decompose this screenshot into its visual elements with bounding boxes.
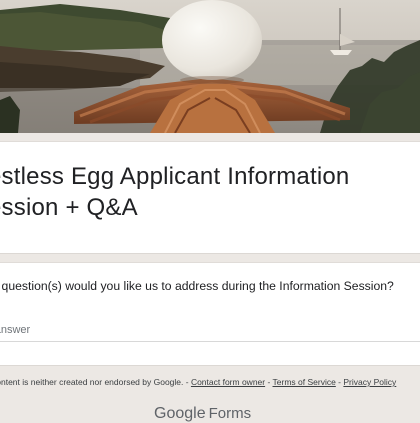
google-wordmark: Google bbox=[154, 405, 206, 422]
disclaimer-text: content is neither created nor endorsed … bbox=[0, 377, 191, 387]
header-image bbox=[0, 0, 420, 133]
separator: - bbox=[265, 377, 273, 387]
forms-wordmark: Forms bbox=[208, 405, 252, 422]
form-title-line-2: ession + Q&A bbox=[0, 194, 138, 221]
google-forms-logo[interactable]: Google Forms bbox=[154, 405, 252, 422]
header-photo bbox=[0, 0, 420, 133]
footer-disclaimer: content is neither created nor endorsed … bbox=[0, 377, 420, 387]
form-title-card: estless Egg Applicant Information ession… bbox=[0, 141, 420, 254]
terms-of-service-link[interactable]: Terms of Service bbox=[273, 377, 336, 387]
question-card: at question(s) would you like us to addr… bbox=[0, 262, 420, 366]
contact-form-owner-link[interactable]: Contact form owner bbox=[191, 377, 265, 387]
form-title-line-1: estless Egg Applicant Information bbox=[0, 163, 350, 190]
question-text: at question(s) would you like us to addr… bbox=[0, 279, 394, 293]
privacy-policy-link[interactable]: Privacy Policy bbox=[343, 377, 396, 387]
answer-input[interactable] bbox=[0, 319, 420, 342]
form-title: estless Egg Applicant Information ession… bbox=[0, 161, 420, 223]
